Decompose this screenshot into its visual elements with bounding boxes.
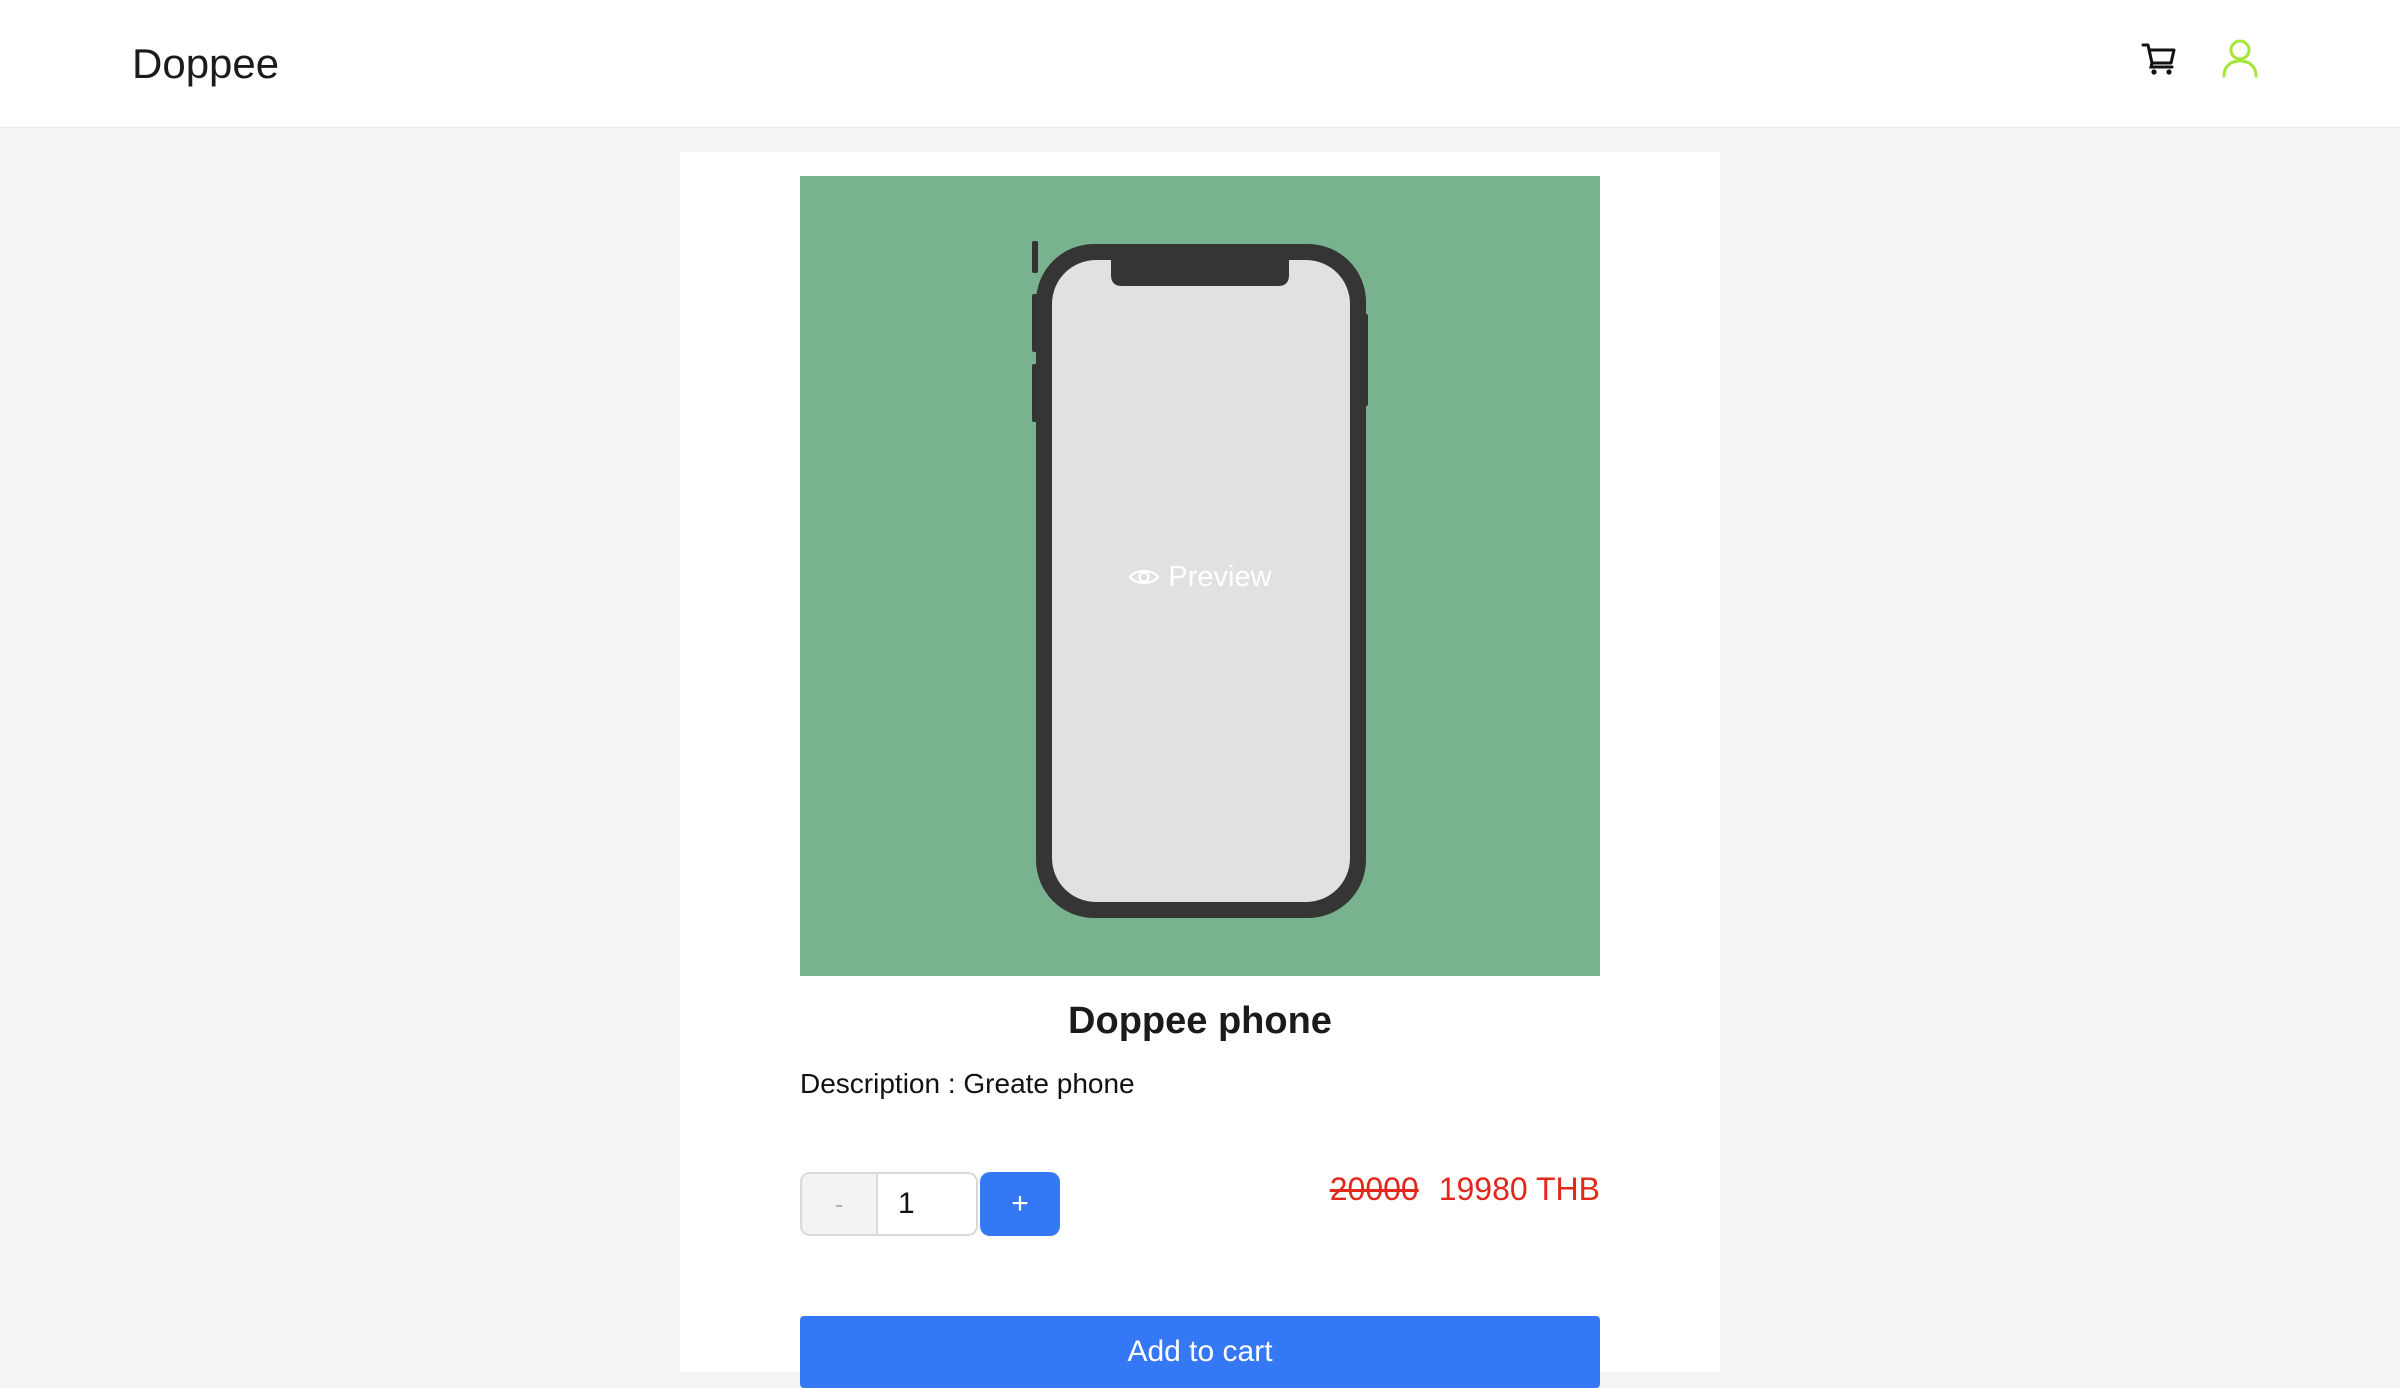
product-description: Description : Greate phone — [800, 1068, 1135, 1099]
product-card: Preview Doppee phone Description : Great… — [680, 152, 1720, 1388]
add-to-cart-button[interactable]: Add to cart — [800, 1316, 1600, 1388]
cart-icon[interactable] — [2140, 38, 2180, 78]
price: 20000 19980 THB — [1330, 1162, 1600, 1216]
sale-price: 19980 THB — [1438, 1170, 1600, 1207]
user-icon[interactable] — [2220, 38, 2260, 78]
original-price: 20000 — [1329, 1170, 1419, 1207]
decrease-quantity-button[interactable]: - — [800, 1172, 878, 1236]
top-nav: Doppee — [0, 0, 2400, 128]
increase-quantity-button[interactable]: + — [980, 1172, 1060, 1236]
brand-logo[interactable]: Doppee — [132, 38, 279, 90]
product-image[interactable]: Preview — [800, 176, 1600, 976]
quantity-stepper: - + — [800, 1172, 1060, 1236]
preview-label: Preview — [1168, 560, 1272, 593]
product-title: Doppee phone — [1068, 1000, 1332, 1042]
eye-icon — [1129, 569, 1160, 585]
preview-overlay[interactable]: Preview — [800, 547, 1600, 607]
quantity-input[interactable] — [878, 1172, 978, 1236]
